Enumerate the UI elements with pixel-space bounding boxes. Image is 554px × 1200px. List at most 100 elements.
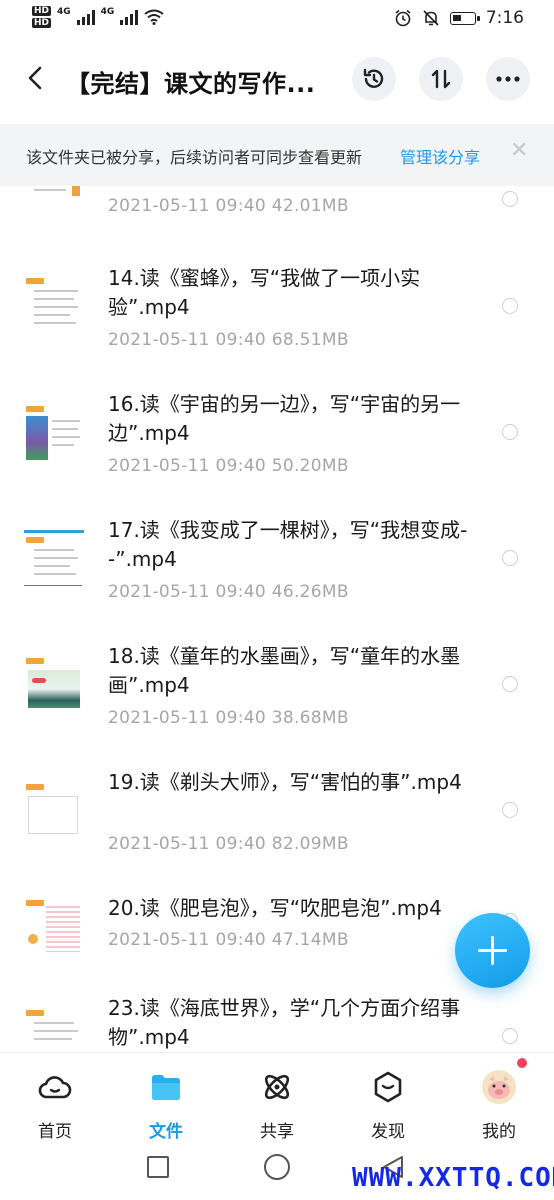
back-icon[interactable] xyxy=(26,66,46,90)
status-bar: HD HD 4G 4G 7:16 xyxy=(0,0,554,40)
tab-files[interactable]: 文件 xyxy=(126,1069,206,1142)
select-radio[interactable] xyxy=(502,802,518,818)
file-date: 2021-05-11 xyxy=(108,196,210,216)
bottom-tab-bar: 首页 文件 共享 发现 我的 xyxy=(0,1052,554,1143)
file-size: 42.01MB xyxy=(271,196,349,216)
file-thumbnail xyxy=(24,782,84,842)
file-meta: 2021-05-11 09:40 68.51MB xyxy=(108,330,349,350)
file-time: 09:40 xyxy=(215,708,267,728)
signal-icon xyxy=(120,9,139,25)
cloud-icon xyxy=(38,1076,72,1099)
select-radio[interactable] xyxy=(502,298,518,314)
share-banner: 该文件夹已被分享，后续访问者可同步查看更新 管理该分享 ✕ xyxy=(0,124,554,186)
select-radio[interactable] xyxy=(502,676,518,692)
file-thumbnail xyxy=(24,404,84,464)
wifi-icon xyxy=(144,9,164,25)
file-date: 2021-05-11 xyxy=(108,834,210,854)
select-radio[interactable] xyxy=(502,1028,518,1044)
list-item[interactable]: 14.读《蜜蜂》，写“我做了一项小实验”.mp4 2021-05-11 09:4… xyxy=(0,252,554,378)
tab-label: 文件 xyxy=(149,1122,183,1142)
list-item[interactable]: 16.读《宇宙的另一边》，写“宇宙的另一边”.mp4 2021-05-11 09… xyxy=(0,378,554,504)
file-size: 50.20MB xyxy=(271,456,349,476)
file-meta: 2021-05-11 09:40 42.01MB xyxy=(108,196,349,216)
file-name: 18.读《童年的水墨画》，写“童年的水墨画”.mp4 xyxy=(108,644,461,697)
tab-label: 首页 xyxy=(38,1122,72,1142)
file-time: 09:40 xyxy=(215,330,267,350)
file-name: 19.读《剃头大师》，写“害怕的事”.mp4 xyxy=(108,770,462,794)
discover-icon xyxy=(374,1071,402,1103)
file-name: 14.读《蜜蜂》，写“我做了一项小实验”.mp4 xyxy=(108,266,421,319)
file-size: 47.14MB xyxy=(271,930,349,950)
tab-mine[interactable]: 我的 xyxy=(459,1069,539,1142)
share-banner-text: 该文件夹已被分享，后续访问者可同步查看更新 xyxy=(26,148,363,167)
file-date: 2021-05-11 xyxy=(108,930,210,950)
add-button[interactable] xyxy=(455,913,530,988)
file-thumbnail xyxy=(24,276,84,336)
list-item[interactable]: 19.读《剃头大师》，写“害怕的事”.mp4 2021-05-11 09:40 … xyxy=(0,756,554,882)
file-name: 20.读《肥皂泡》，写“吹肥皂泡”.mp4 xyxy=(108,896,442,920)
page-title: 【完结】课文的写作... xyxy=(66,70,316,98)
sort-button[interactable] xyxy=(419,57,463,101)
list-item[interactable]: 17.读《我变成了一棵树》，写“我想变成--”.mp4 2021-05-11 0… xyxy=(0,504,554,630)
hd-badge: HD xyxy=(32,18,52,28)
alarm-icon xyxy=(395,9,411,27)
file-meta: 2021-05-11 09:40 47.14MB xyxy=(108,930,349,950)
tab-label: 我的 xyxy=(482,1122,516,1142)
battery-icon xyxy=(449,11,480,25)
file-thumbnail xyxy=(24,656,84,716)
network-label: 4G xyxy=(57,7,71,17)
file-time: 09:40 xyxy=(215,456,267,476)
file-meta: 2021-05-11 09:40 46.26MB xyxy=(108,582,349,602)
select-radio[interactable] xyxy=(502,424,518,440)
file-time: 09:40 xyxy=(215,834,267,854)
file-date: 2021-05-11 xyxy=(108,582,210,602)
file-time: 09:40 xyxy=(215,930,267,950)
file-thumbnail xyxy=(24,186,84,202)
history-icon xyxy=(363,68,384,88)
tab-label: 发现 xyxy=(371,1122,405,1142)
file-time: 09:40 xyxy=(215,196,267,216)
close-icon[interactable]: ✕ xyxy=(510,138,528,163)
file-size: 82.09MB xyxy=(271,834,349,854)
more-icon xyxy=(496,76,520,82)
file-name: 16.读《宇宙的另一边》，写“宇宙的另一边”.mp4 xyxy=(108,392,461,445)
list-item[interactable]: 2021-05-11 09:40 42.01MB xyxy=(0,186,554,236)
file-meta: 2021-05-11 09:40 82.09MB xyxy=(108,834,349,854)
file-time: 09:40 xyxy=(215,582,267,602)
file-size: 46.26MB xyxy=(271,582,349,602)
more-button[interactable] xyxy=(486,57,530,101)
list-item[interactable]: 23.读《海底世界》，学“几个方面介绍事物”.mp4 xyxy=(0,982,554,1052)
notification-badge xyxy=(517,1058,527,1068)
file-size: 38.68MB xyxy=(271,708,349,728)
file-name: 17.读《我变成了一棵树》，写“我想变成--”.mp4 xyxy=(108,518,468,571)
recents-button[interactable] xyxy=(147,1156,169,1178)
sort-icon xyxy=(431,69,451,89)
network-label: 4G xyxy=(100,7,115,17)
manage-share-link[interactable]: 管理该分享 xyxy=(400,144,480,168)
atom-icon xyxy=(264,1074,290,1100)
tab-label: 共享 xyxy=(260,1122,294,1142)
signal-icon xyxy=(76,9,95,25)
header: 【完结】课文的写作... xyxy=(0,52,554,108)
home-button[interactable] xyxy=(264,1154,290,1180)
tab-home[interactable]: 首页 xyxy=(15,1069,95,1142)
hd-badge: HD xyxy=(32,6,52,16)
folder-icon xyxy=(152,1075,180,1100)
history-button[interactable] xyxy=(352,57,396,101)
tab-share[interactable]: 共享 xyxy=(237,1069,317,1142)
file-thumbnail xyxy=(24,898,84,958)
file-date: 2021-05-11 xyxy=(108,456,210,476)
file-thumbnail xyxy=(24,1008,84,1052)
file-date: 2021-05-11 xyxy=(108,708,210,728)
tab-discover[interactable]: 发现 xyxy=(348,1069,428,1142)
avatar-icon xyxy=(482,1070,516,1104)
file-thumbnail xyxy=(24,530,84,590)
file-date: 2021-05-11 xyxy=(108,330,210,350)
list-item[interactable]: 18.读《童年的水墨画》，写“童年的水墨画”.mp4 2021-05-11 09… xyxy=(0,630,554,756)
clock: 7:16 xyxy=(485,8,524,28)
watermark: WWW.XXTTQ.COM xyxy=(352,1163,554,1193)
select-radio[interactable] xyxy=(502,550,518,566)
file-name: 23.读《海底世界》，学“几个方面介绍事物”.mp4 xyxy=(108,996,461,1049)
select-radio[interactable] xyxy=(502,191,518,207)
file-meta: 2021-05-11 09:40 50.20MB xyxy=(108,456,349,476)
